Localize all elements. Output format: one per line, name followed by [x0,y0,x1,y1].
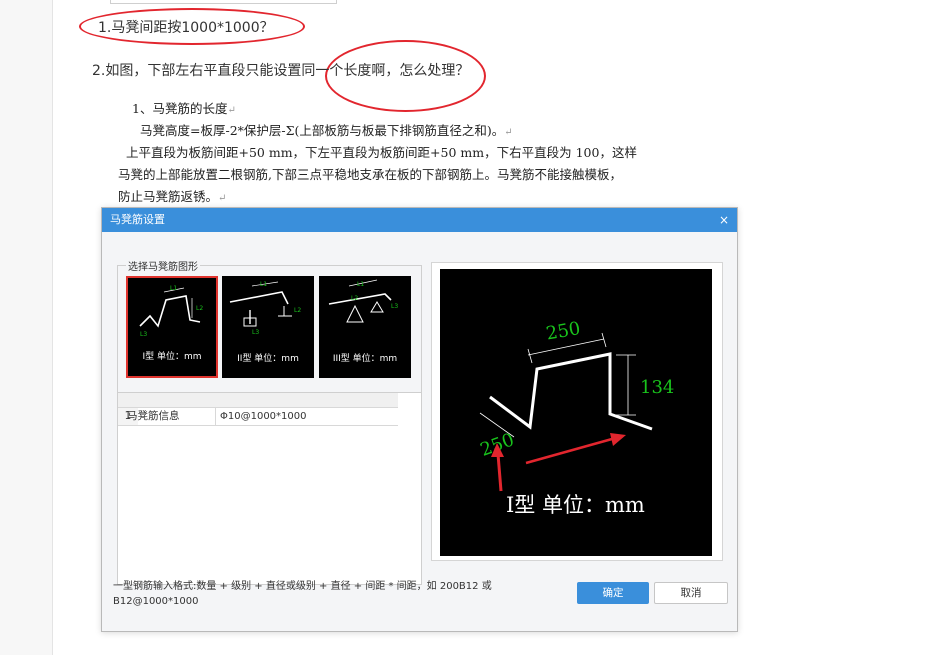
question-1: 1.马凳间距按1000*1000？ [98,20,274,36]
table-header [118,393,398,408]
type1-preview-icon: 250 134 250 I型 单位：mm [478,318,675,517]
return-mark: ↵ [227,105,236,116]
shape-option-type3[interactable]: L1 L2 L3 III型 单位：mm [319,276,411,378]
doc-line-4: 马凳的上部能放置二根钢筋,下部三点平稳地支承在板的下部钢筋上。马凳筋不能接触模板… [118,167,622,182]
shape-caption: I型 单位：mm [142,352,202,362]
doc-line-5: 防止马凳筋返锈。↵ [118,186,226,205]
rebar-settings-dialog: 马凳筋设置 × 选择马凳筋图形 L1 L2 L3 I型 单位：mm L1 L2 … [101,207,738,632]
table-row[interactable]: 1 马凳筋信息 Φ10@1000*1000 [118,408,398,426]
input-format-hint: 一型钢筋输入格式:数量 + 级别 + 直径或级别 + 直径 + 间距 * 间距，… [113,581,492,607]
label-l2: L2 [294,307,301,314]
dialog-title-bar[interactable]: 马凳筋设置 × [102,208,737,232]
label-l3: L3 [391,303,398,310]
shape-option-type2[interactable]: L1 L2 L3 II型 单位：mm [222,276,314,378]
shape-option-type1[interactable]: L1 L2 L3 I型 单位：mm [126,276,218,378]
doc-line-2: 马凳高度=板厚-2*保护层-Σ(上部板筋与板最下排钢筋直径之和)。↵ [140,120,513,139]
label-l1: L1 [170,285,177,292]
dim-top: 250 [545,318,582,345]
question-2: 2.如图，下部左右平直段只能设置同一个长度啊，怎么处理？ [92,63,470,79]
doc-line-2-text: 马凳高度=板厚-2*保护层-Σ(上部板筋与板最下排钢筋直径之和)。 [140,123,505,138]
rebar-info-value[interactable]: Φ10@1000*1000 [215,408,403,425]
close-icon[interactable]: × [719,208,729,232]
property-table: 1 马凳筋信息 Φ10@1000*1000 [117,392,422,585]
shape-caption: III型 单位：mm [332,354,398,364]
label-l2: L2 [351,295,358,302]
label-l1: L1 [260,281,267,288]
doc-line-5-text: 防止马凳筋返锈。 [118,189,219,204]
shape-group-label: 选择马凳筋图形 [126,258,200,273]
label-l1: L1 [357,281,364,288]
label-l3: L3 [252,329,259,336]
preview-caption: I型 单位：mm [506,493,645,517]
row-label: 马凳筋信息 [127,410,180,422]
label-l3: L3 [140,331,147,338]
dim-right: 134 [640,377,674,398]
return-mark: ↵ [504,127,513,138]
preview-canvas: 250 134 250 I型 单位：mm [440,269,712,556]
dialog-title: 马凳筋设置 [110,213,165,226]
doc-line-1-text: 1、马凳筋的长度 [132,101,228,116]
doc-line-1: 1、马凳筋的长度↵ [132,98,236,117]
confirm-button[interactable]: 确定 [577,582,649,604]
doc-line-3: 上平直段为板筋间距+50 mm，下左平直段为板筋间距+50 mm，下右平直段为 … [126,145,637,160]
dialog-body: 选择马凳筋图形 L1 L2 L3 I型 单位：mm L1 L2 L3 II型 单… [102,232,737,631]
preview-panel: 250 134 250 I型 单位：mm [431,262,723,561]
return-mark: ↵ [218,193,227,204]
shape-caption: II型 单位：mm [237,354,299,364]
cancel-button[interactable]: 取消 [654,582,728,604]
tab-outline [110,0,337,4]
label-l2: L2 [196,305,203,312]
